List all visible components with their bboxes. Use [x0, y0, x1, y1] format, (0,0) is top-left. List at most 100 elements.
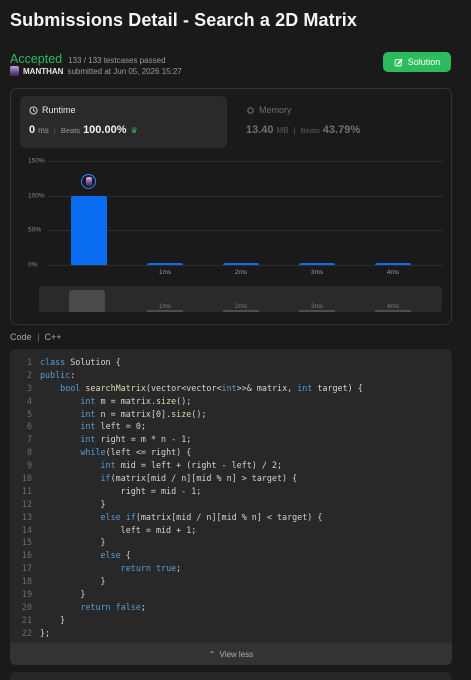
line-code: }: [40, 589, 86, 600]
code-line: 12 }: [10, 498, 452, 511]
line-number: 19: [21, 589, 32, 600]
line-code: }: [40, 614, 66, 625]
chart-bar-0ms[interactable]: [71, 195, 107, 265]
code-line: 19 }: [10, 588, 452, 601]
memory-value: 13.40: [246, 124, 274, 136]
line-code: }: [40, 576, 106, 587]
line-number: 2: [26, 369, 32, 380]
next-section-edge: [10, 672, 452, 680]
runtime-label-row: Runtime: [29, 105, 76, 115]
code-line: 20 return false;: [10, 601, 452, 614]
runtime-card[interactable]: Runtime 0 ms | Beats 100.00% ♛: [20, 96, 227, 148]
line-code: int mid = left + (right - left) / 2;: [100, 460, 283, 471]
edit-icon: [394, 58, 403, 66]
memory-value-row: 13.40 MB | Beats 43.79%: [246, 124, 360, 136]
chart-bar-3ms[interactable]: [299, 262, 335, 265]
code-lines: 1 class Solution {2 public: 3 bool searchMa…: [10, 356, 452, 640]
navigator-tick: 4ms: [386, 303, 400, 310]
submitted-at: submitted at Jun 05, 2026 15:27: [67, 66, 182, 76]
line-number: 21: [21, 614, 32, 625]
code-header: Code C++: [10, 332, 62, 342]
crown-icon: ♛: [130, 126, 138, 135]
solution-button[interactable]: Solution: [383, 52, 451, 72]
username-link[interactable]: MANTHAN: [23, 67, 63, 76]
line-number: 13: [21, 511, 32, 522]
view-less-label: View less: [219, 649, 254, 659]
chart-x-tick: 2ms: [234, 269, 248, 276]
line-code: return false;: [80, 601, 146, 612]
line-code: int n = matrix[0].size();: [80, 408, 207, 419]
status-accepted: Accepted: [10, 52, 63, 66]
code-language[interactable]: C++: [45, 332, 62, 342]
memory-beats-label: Beats: [300, 126, 320, 135]
chart-y-tick: 0%: [28, 261, 38, 269]
your-submission-marker[interactable]: [81, 173, 96, 189]
memory-separator: |: [293, 126, 296, 135]
code-line: 10 if(matrix[mid / n][mid % n] > target)…: [10, 472, 452, 485]
line-code: int right = m * n - 1;: [80, 434, 192, 445]
line-number: 14: [21, 524, 32, 535]
code-line: 18 }: [10, 575, 452, 588]
line-number: 20: [21, 601, 32, 612]
line-number: 4: [26, 395, 32, 406]
chart-bar-2ms[interactable]: [223, 262, 259, 265]
line-number: 9: [26, 460, 32, 471]
chevrons-up-icon: ⌃: [208, 649, 216, 659]
runtime-label: Runtime: [42, 105, 76, 115]
line-number: 15: [21, 537, 32, 548]
testcases-passed: 133 / 133 testcases passed: [68, 56, 166, 65]
chart-bar-4ms[interactable]: [375, 262, 411, 265]
line-code: left = mid + 1;: [40, 524, 197, 535]
code-line: 21 }: [10, 614, 452, 627]
code-line: 9 int mid = left + (right - left) / 2;: [10, 459, 452, 472]
chart-y-tick: 100%: [28, 192, 45, 200]
line-code: else if(matrix[mid / n][mid % n] < targe…: [100, 511, 323, 522]
line-number: 16: [21, 550, 32, 561]
memory-chip-icon: [246, 106, 255, 114]
code-line: 2 public:: [10, 369, 452, 382]
runtime-unit: ms: [38, 126, 49, 135]
line-number: 17: [21, 563, 32, 574]
submitter-info: MANTHAN submitted at Jun 05, 2026 15:27: [10, 66, 182, 76]
navigator-tick: 1ms: [158, 303, 172, 310]
line-code: public:: [40, 369, 76, 380]
avatar[interactable]: [10, 66, 19, 76]
code-line: 13 else if(matrix[mid / n][mid % n] < ta…: [10, 511, 452, 524]
code-line: 6 int left = 0;: [10, 420, 452, 433]
code-line: 17 return true;: [10, 562, 452, 575]
memory-label: Memory: [259, 105, 292, 115]
code-line: 1 class Solution {: [10, 356, 452, 369]
line-number: 22: [21, 627, 32, 638]
navigator-handle[interactable]: [69, 290, 105, 312]
code-editor[interactable]: 1 class Solution {2 public: 3 bool searchMa…: [10, 349, 452, 665]
chart-x-tick: 4ms: [386, 269, 400, 276]
navigator-bar: [223, 310, 259, 312]
line-code: else {: [100, 550, 131, 561]
line-code: }: [40, 498, 106, 509]
line-number: 5: [26, 408, 32, 419]
line-number: 1: [26, 357, 32, 367]
navigator-bar: [299, 310, 335, 312]
line-number: 8: [26, 447, 32, 458]
memory-card[interactable]: Memory 13.40 MB | Beats 43.79%: [237, 96, 444, 148]
line-code: class Solution {: [40, 357, 121, 367]
code-line: 15 }: [10, 536, 452, 549]
performance-panel: Runtime 0 ms | Beats 100.00% ♛ Memory 13…: [10, 88, 452, 325]
line-code: };: [40, 627, 51, 638]
solution-button-label: Solution: [407, 57, 441, 67]
line-code: while(left <= right) {: [80, 447, 192, 458]
chart-x-tick: 1ms: [158, 269, 172, 276]
view-less-button[interactable]: ⌃ View less: [10, 643, 452, 665]
chart-y-tick: 50%: [28, 226, 42, 234]
chart-bar-1ms[interactable]: [147, 262, 183, 265]
code-line: 8 while(left <= right) {: [10, 446, 452, 459]
runtime-distribution-chart[interactable]: 150% 100% 50% 0% 1ms 2ms 3ms 4ms: [11, 153, 451, 283]
navigator-bar: [375, 310, 411, 312]
chart-gridline: [49, 195, 443, 197]
code-label: Code: [10, 332, 32, 342]
line-number: 18: [21, 576, 32, 587]
line-number: 6: [26, 421, 32, 432]
clock-icon: [29, 106, 38, 114]
line-code: if(matrix[mid / n][mid % n] > target) {: [100, 473, 298, 484]
chart-range-navigator[interactable]: 1ms 2ms 3ms 4ms: [39, 286, 442, 312]
